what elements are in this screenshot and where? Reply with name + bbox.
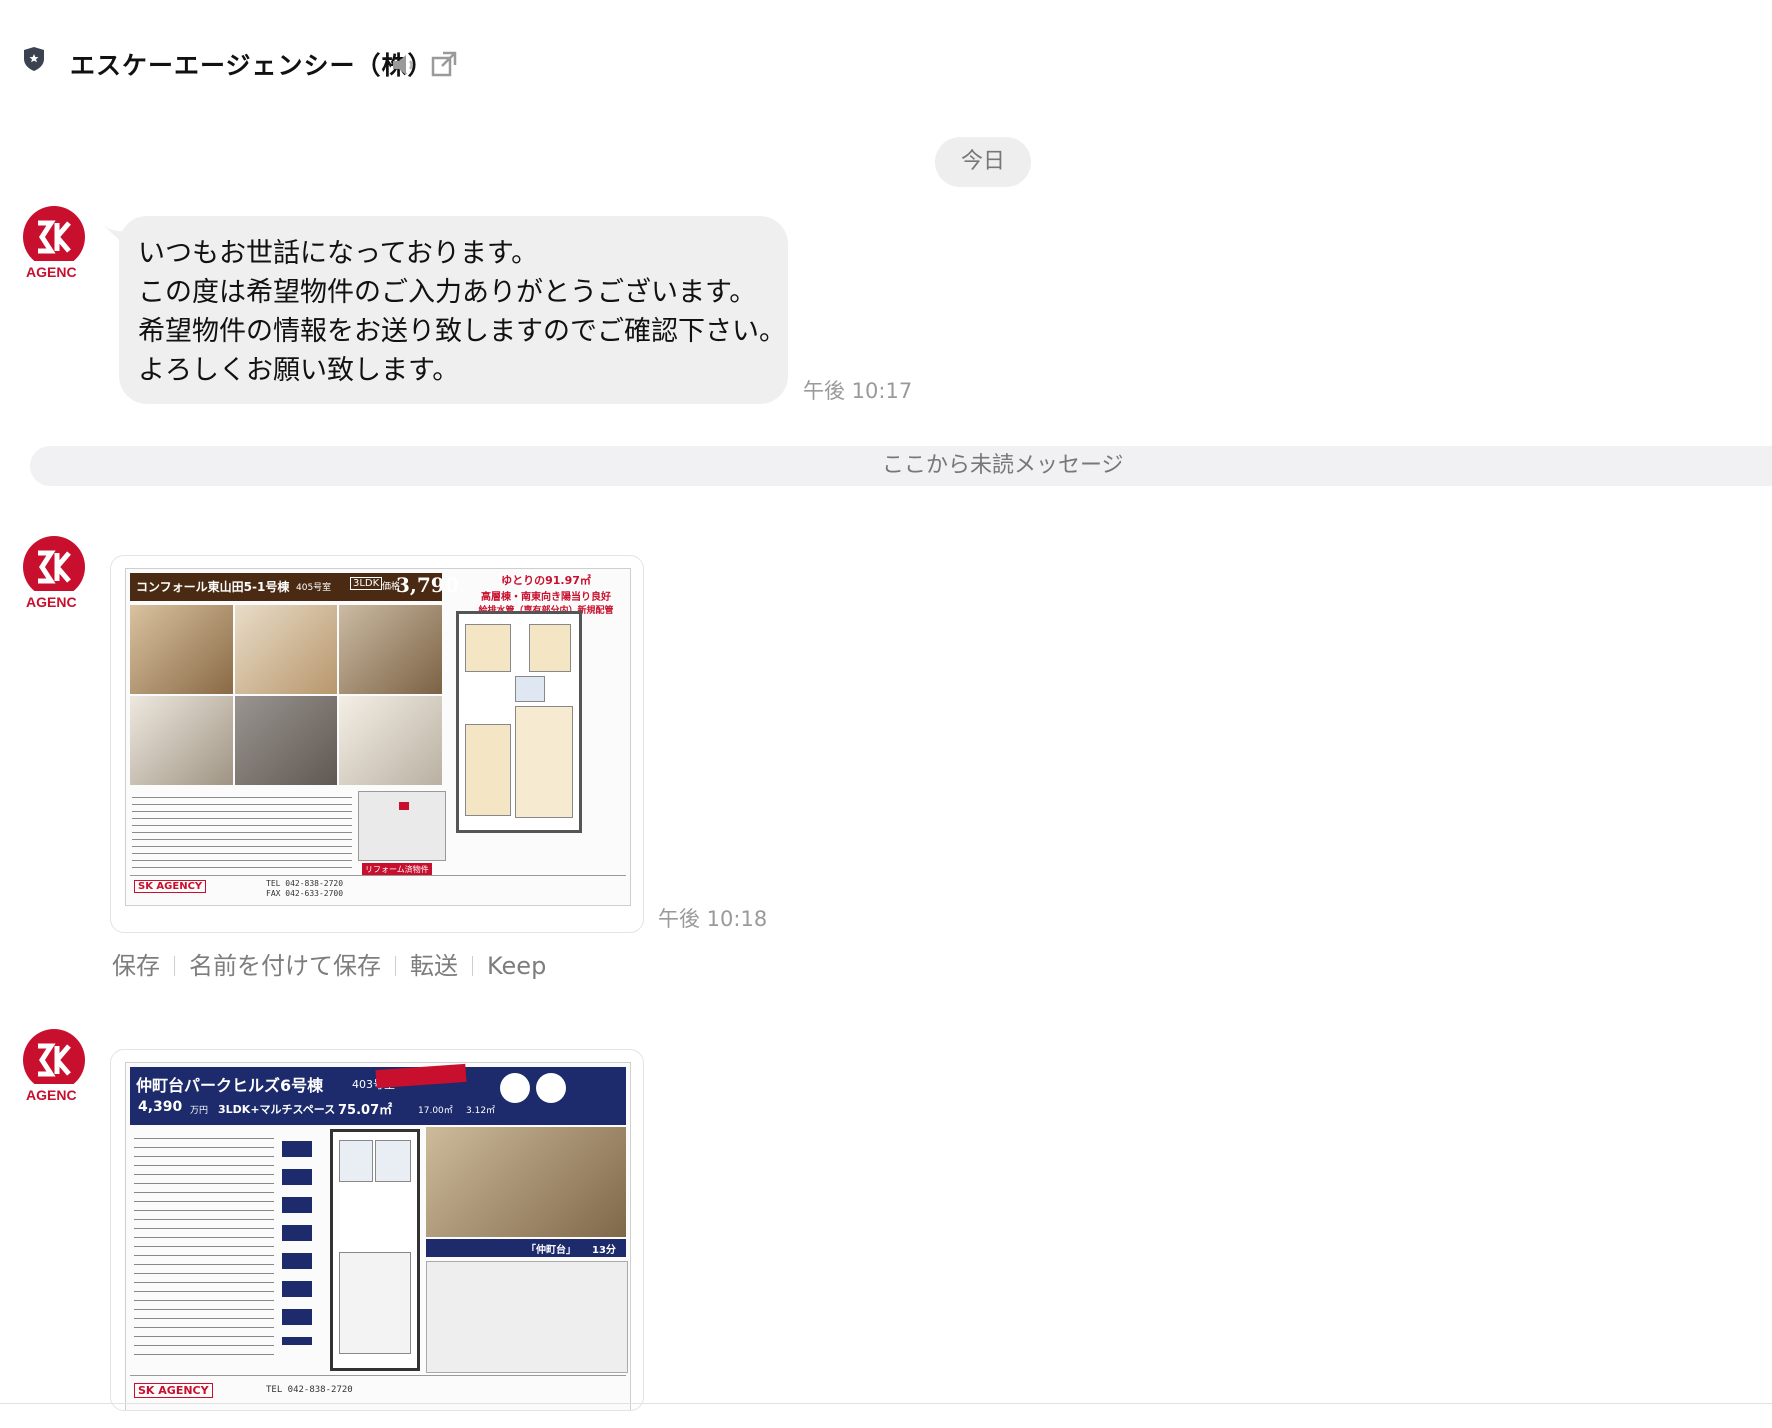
flyer-unit: 405号室	[296, 583, 332, 593]
flyer-headline: ゆとりの91.97㎡	[501, 574, 591, 587]
separator	[174, 956, 175, 976]
speaker-icon[interactable]	[390, 52, 418, 78]
flyer-tel: TEL 042-838-2720	[266, 1385, 353, 1395]
forward-button[interactable]: 転送	[410, 952, 458, 980]
sk-agency-logo-icon: AGENC	[22, 206, 86, 285]
flyer-price: 3,790	[396, 573, 459, 597]
flyer-price-unit: 万円	[190, 1106, 209, 1116]
flyer-title: 仲町台パークヒルズ6号棟	[136, 1076, 324, 1095]
room-photo	[130, 696, 233, 785]
save-as-button[interactable]: 名前を付けて保存	[189, 952, 381, 980]
flyer-station: 「仲町台」	[526, 1245, 576, 1256]
svg-text:AGENC: AGENC	[26, 594, 77, 610]
flyer-spec-text	[132, 793, 352, 869]
flyer-feature-icons	[282, 1135, 312, 1345]
flyer-balcony: 17.00㎡	[418, 1106, 453, 1116]
room-photo	[234, 696, 338, 785]
flyer-title: コンフォール東山田5-1号棟	[136, 580, 290, 594]
flyer-company: SK AGENCY	[134, 880, 207, 893]
flyer-company: SK AGENCY	[134, 1383, 213, 1398]
floor-plan	[456, 611, 582, 833]
message-line: 希望物件の情報をお送り致しますのでご確認下さい。	[138, 316, 786, 347]
flyer-headline: 高層棟・南東向き陽当り良好	[481, 592, 611, 603]
property-flyer-image[interactable]: 仲町台パークヒルズ6号棟 403号室 4,390 万円 3LDK+マルチスペース…	[125, 1062, 631, 1410]
unread-divider: ここから未読メッセージ	[30, 446, 1772, 486]
message-text[interactable]: いつもお世話になっております。 この度は希望物件のご入力ありがとうございます。 …	[138, 234, 786, 390]
svg-text:AGENC: AGENC	[26, 264, 77, 280]
flyer-walk: 13分	[592, 1245, 616, 1256]
floor-plan	[330, 1129, 420, 1371]
flyer-layout: 3LDK+マルチスペース	[218, 1103, 336, 1116]
room-photo	[130, 605, 233, 694]
sk-agency-logo-icon: AGENC	[22, 1029, 86, 1108]
popout-window-icon[interactable]	[430, 50, 458, 78]
flyer-map	[358, 791, 446, 861]
date-separator: 今日	[935, 137, 1031, 187]
keep-button[interactable]: Keep	[487, 952, 546, 980]
message-timestamp: 午後 10:17	[803, 379, 913, 403]
save-button[interactable]: 保存	[112, 952, 160, 980]
message-line: いつもお世話になっております。	[138, 238, 539, 269]
room-photo	[426, 1127, 626, 1237]
flyer-badge	[536, 1073, 566, 1103]
avatar[interactable]: AGENC	[22, 535, 86, 615]
separator	[472, 956, 473, 976]
chat-bottom-divider	[0, 1403, 1772, 1404]
room-photo	[339, 696, 442, 785]
flyer-spec-text	[134, 1133, 274, 1363]
sk-agency-logo-icon: AGENC	[22, 536, 86, 615]
flyer-area: 75.07㎡	[338, 1103, 393, 1118]
flyer-photo-grid	[130, 605, 442, 785]
shield-star-icon	[24, 47, 44, 71]
flyer-badge	[500, 1073, 530, 1103]
message-line: この度は希望物件のご入力ありがとうございます。	[138, 277, 757, 308]
room-photo	[339, 605, 442, 694]
flyer-fax: FAX 042-633-2700	[266, 889, 344, 898]
flyer-tel: TEL 042-838-2720	[266, 879, 344, 888]
image-message[interactable]: コンフォール東山田5-1号棟 405号室 3LDK 価格 3,790 ゆとりの9…	[110, 555, 644, 933]
flyer-layout: 3LDK	[350, 577, 383, 590]
message-timestamp: 午後 10:18	[658, 907, 768, 931]
separator	[395, 956, 396, 976]
unread-label: ここから未読メッセージ	[882, 453, 1124, 478]
avatar[interactable]: AGENC	[22, 205, 86, 285]
flyer-map	[426, 1261, 628, 1373]
svg-text:AGENC: AGENC	[26, 1087, 77, 1103]
avatar[interactable]: AGENC	[22, 1028, 86, 1108]
flyer-price: 4,390	[138, 1099, 183, 1115]
image-message[interactable]: 仲町台パークヒルズ6号棟 403号室 4,390 万円 3LDK+マルチスペース…	[110, 1049, 644, 1411]
chat-header: エスケーエージェンシー（株）	[0, 0, 1772, 120]
message-line: よろしくお願い致します。	[138, 355, 460, 386]
image-actions-bar: 保存 名前を付けて保存 転送 Keep	[112, 946, 546, 981]
flyer-headline-block: ゆとりの91.97㎡ 高層棟・南東向き陽当り良好 給排水管（専有部分内）新規配管	[466, 572, 626, 616]
flyer-extra: 3.12㎡	[466, 1106, 496, 1116]
property-flyer-image[interactable]: コンフォール東山田5-1号棟 405号室 3LDK 価格 3,790 ゆとりの9…	[125, 568, 631, 906]
room-photo	[234, 605, 338, 694]
chat-title[interactable]: エスケーエージェンシー（株）	[70, 46, 434, 82]
